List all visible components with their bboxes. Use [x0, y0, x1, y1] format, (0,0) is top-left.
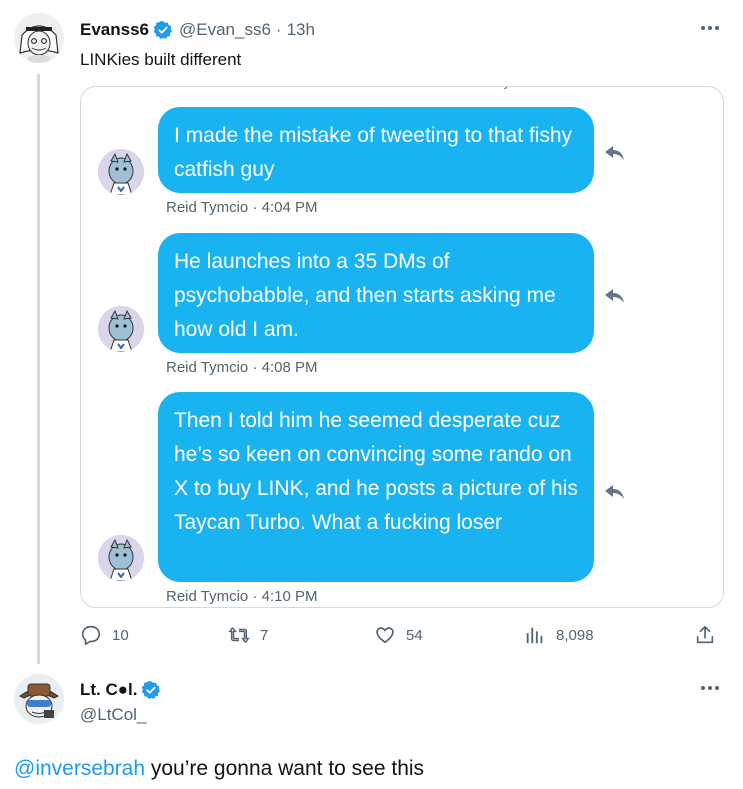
verified-badge-icon [142, 681, 161, 699]
reply-author-name[interactable]: Lt. C●l. [80, 680, 137, 700]
heart-icon [376, 627, 394, 644]
more-horizontal-icon[interactable] [698, 678, 722, 698]
like-button[interactable]: 54 [374, 624, 423, 646]
reply-author-avatar[interactable] [14, 674, 64, 724]
tweet-header: Evanss6 @Evan_ss6 · 13h [80, 20, 315, 40]
author-handle[interactable]: @Evan_ss6 [179, 20, 271, 40]
message-bubble: Then I told him he seemed desperate cuz … [158, 392, 594, 582]
author-name[interactable]: Evanss6 [80, 20, 149, 40]
thread-connector-line [37, 74, 40, 664]
retweet-icon [228, 627, 250, 643]
cropped-text-fragment [503, 87, 508, 89]
message-bubble: He launches into a 35 DMs of psychobabbl… [158, 233, 594, 353]
tweet-text: LINKies built different [80, 50, 242, 69]
reply-header: Lt. C●l. [80, 680, 161, 700]
author-avatar[interactable] [14, 13, 64, 63]
tweet-action-bar: 10 7 54 8,098 [80, 621, 722, 651]
sender-avatar-icon [98, 149, 144, 195]
reply-body: you’re gonna want to see this [145, 757, 425, 780]
avatar-image [14, 13, 64, 63]
more-horizontal-icon[interactable] [698, 18, 722, 38]
message-meta: Reid Tymcio · 4:04 PM [166, 199, 317, 216]
reply-arrow-icon [605, 146, 624, 160]
reply-arrow-icon [605, 289, 624, 303]
reply-count: 10 [112, 626, 129, 644]
reply-text: @inversebrah you’re gonna want to see th… [14, 757, 424, 781]
sender-name: Reid Tymcio [166, 588, 249, 605]
tweet-media-image[interactable]: I made the mistake of tweeting to that f… [80, 86, 724, 608]
sender-avatar-icon [98, 306, 144, 352]
view-count: 8,098 [556, 626, 594, 644]
reply-arrow-icon [605, 485, 624, 499]
share-icon [696, 625, 714, 644]
message-time: 4:08 PM [261, 359, 318, 376]
reply-icon [81, 625, 101, 645]
separator-dot: · [252, 199, 258, 216]
share-button[interactable] [694, 624, 716, 646]
message-meta: Reid Tymcio · 4:08 PM [166, 359, 317, 376]
retweet-count: 7 [260, 626, 269, 644]
separator-dot: · [275, 20, 282, 39]
mention-link[interactable]: @inversebrah [14, 757, 145, 780]
sender-avatar-icon [98, 535, 144, 581]
sender-name: Reid Tymcio [166, 199, 249, 216]
message-time: 4:10 PM [261, 588, 318, 605]
message-bubble: I made the mistake of tweeting to that f… [158, 107, 594, 193]
separator-dot: · [252, 359, 258, 376]
avatar-image [14, 674, 64, 724]
separator-dot: · [252, 588, 258, 605]
sender-name: Reid Tymcio [166, 359, 249, 376]
message-meta: Reid Tymcio · 4:10 PM [166, 588, 317, 605]
retweet-button[interactable]: 7 [228, 624, 268, 646]
views-button[interactable]: 8,098 [524, 624, 594, 646]
reply-button[interactable]: 10 [80, 624, 129, 646]
verified-badge-icon [153, 21, 172, 39]
message-time: 4:04 PM [261, 199, 318, 216]
reply-author-handle[interactable]: @LtCol_ [80, 705, 146, 725]
like-count: 54 [406, 626, 423, 644]
analytics-icon [526, 627, 543, 644]
tweet-timestamp[interactable]: 13h [287, 20, 315, 40]
